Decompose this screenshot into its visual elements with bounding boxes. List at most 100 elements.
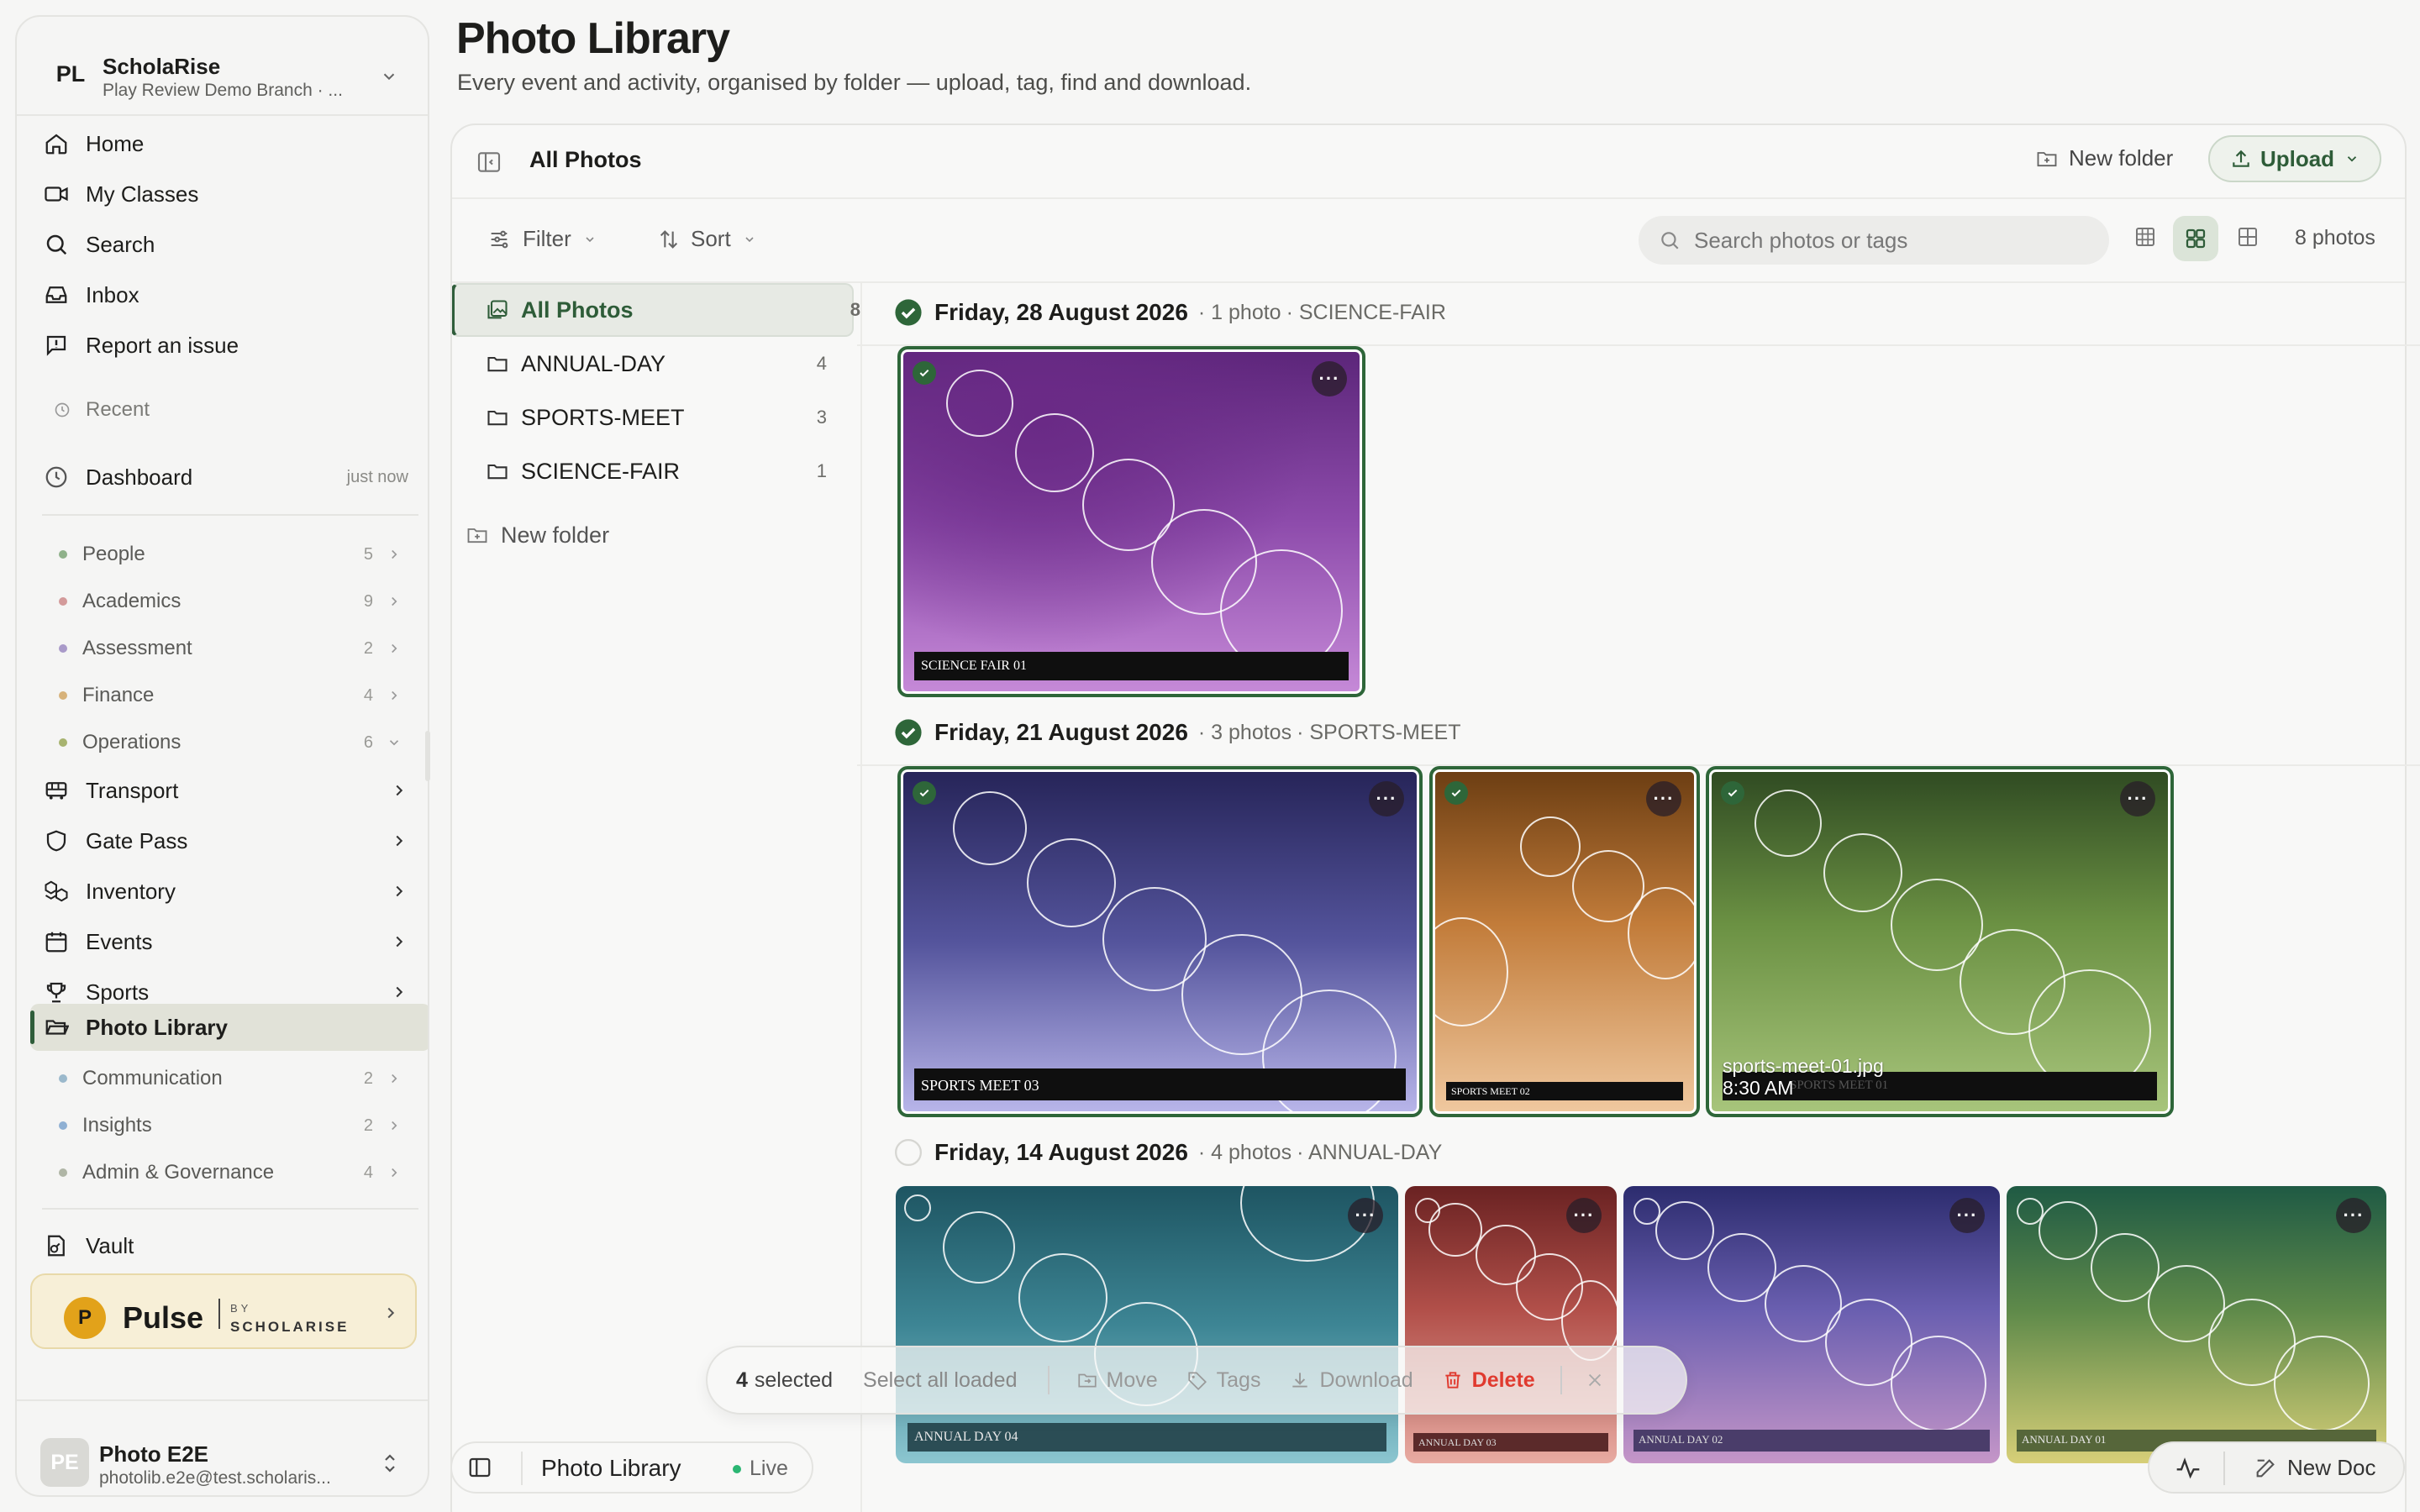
check-circle-icon[interactable]	[894, 718, 923, 747]
nav-inventory[interactable]: Inventory	[42, 870, 427, 912]
more-icon[interactable]: ···	[2120, 781, 2155, 816]
folder-science-fair[interactable]: SCIENCE-FAIR 1	[486, 446, 837, 496]
photo-card[interactable]: ··· SPORTS MEET 01 sports-meet-01.jpg 8:…	[1706, 766, 2174, 1117]
bottom-actions: New Doc	[2148, 1441, 2405, 1494]
group-operations[interactable]: Operations 6	[42, 724, 427, 761]
filter-button[interactable]: Filter	[487, 226, 597, 252]
check-icon[interactable]	[913, 781, 936, 805]
photo-card[interactable]: ··· ANNUAL DAY 04	[896, 1186, 1398, 1463]
folder-icon	[486, 406, 509, 429]
images-icon	[486, 298, 509, 322]
chevron-down-icon	[743, 233, 756, 246]
nav-transport[interactable]: Transport	[42, 769, 427, 811]
photo-card[interactable]: ··· ANNUAL DAY 02	[1623, 1186, 2000, 1463]
group-people[interactable]: People 5	[42, 536, 427, 573]
group-finance[interactable]: Finance 4	[42, 677, 427, 714]
move-button[interactable]: Move	[1076, 1368, 1158, 1393]
video-icon	[42, 180, 71, 208]
photo-decor	[1433, 917, 1508, 1026]
check-icon[interactable]	[913, 361, 936, 385]
more-icon[interactable]: ···	[1566, 1198, 1602, 1233]
more-icon[interactable]: ···	[1949, 1198, 1985, 1233]
chevron-right-icon	[387, 1071, 402, 1086]
chevron-right-icon	[381, 1304, 400, 1322]
sidebar-toggle-icon[interactable]	[476, 149, 502, 176]
pulse-by: BY	[230, 1302, 252, 1315]
org-switcher[interactable]: PL ScholaRise Play Review Demo Branch · …	[17, 17, 428, 116]
upload-icon	[2230, 148, 2252, 170]
upload-button[interactable]: Upload	[2208, 135, 2381, 182]
circle-icon[interactable]	[894, 1138, 923, 1167]
download-button[interactable]: Download	[1289, 1368, 1413, 1393]
panel-toggle-icon[interactable]	[467, 1455, 492, 1480]
group-communication[interactable]: Communication 2	[42, 1060, 427, 1097]
activity-icon[interactable]	[2175, 1455, 2202, 1482]
search-input[interactable]: Search photos or tags	[1639, 216, 2109, 265]
folder-annual-day[interactable]: ANNUAL-DAY 4	[486, 339, 837, 389]
group-label: Insights	[82, 1114, 152, 1137]
sort-button[interactable]: Sort	[657, 226, 756, 252]
photo-card[interactable]: ··· SPORTS MEET 02	[1429, 766, 1700, 1117]
photo-card[interactable]: ··· ANNUAL DAY 01	[2007, 1186, 2386, 1463]
more-icon[interactable]: ···	[1312, 361, 1347, 396]
check-icon[interactable]	[1721, 781, 1744, 805]
nav-vault[interactable]: Vault	[42, 1225, 427, 1267]
tree-new-folder-button[interactable]: New folder	[466, 510, 835, 560]
new-folder-button[interactable]: New folder	[2035, 145, 2173, 171]
nav-report-issue[interactable]: Report an issue	[42, 324, 427, 366]
folder-icon	[486, 352, 509, 375]
nav-home[interactable]: Home	[42, 123, 427, 165]
group-academics[interactable]: Academics 9	[42, 583, 427, 620]
grid-small-icon[interactable]	[2133, 224, 2158, 249]
nav-home-label: Home	[86, 130, 145, 156]
grid-medium-icon[interactable]	[2173, 216, 2218, 261]
chevron-down-icon	[2344, 151, 2360, 166]
close-icon[interactable]	[1586, 1371, 1604, 1389]
group-insights[interactable]: Insights 2	[42, 1107, 427, 1144]
select-all-button[interactable]: Select all loaded	[863, 1368, 1017, 1393]
date-label: Friday, 21 August 2026	[934, 719, 1188, 745]
more-icon[interactable]: ···	[1369, 781, 1404, 816]
nav-events[interactable]: Events	[42, 921, 427, 963]
check-circle-icon[interactable]	[894, 298, 923, 327]
folder-all-photos[interactable]: All Photos 8	[486, 285, 871, 335]
more-icon[interactable]: ···	[2336, 1198, 2371, 1233]
nav-my-classes[interactable]: My Classes	[42, 173, 427, 215]
check-icon[interactable]	[1444, 781, 1468, 805]
bottom-tab-bar: Photo Library Live	[450, 1441, 813, 1494]
photo-card[interactable]: ··· ANNUAL DAY 03	[1405, 1186, 1617, 1463]
more-icon[interactable]: ···	[1646, 781, 1681, 816]
sidebar-resize-handle[interactable]	[425, 731, 430, 781]
chevron-right-icon	[390, 983, 408, 1001]
photo-card[interactable]: ··· SCIENCE FAIR 01	[897, 346, 1365, 697]
user-menu[interactable]: PE Photo E2E photolib.e2e@test.scholaris…	[17, 1399, 428, 1495]
nav-inventory-label: Inventory	[86, 878, 176, 904]
bus-icon	[42, 776, 71, 805]
folder-sports-meet[interactable]: SPORTS-MEET 3	[486, 392, 837, 443]
new-doc-button[interactable]: New Doc	[2254, 1455, 2375, 1481]
recent-item-dashboard[interactable]: Dashboard just now	[42, 456, 427, 498]
nav-search[interactable]: Search	[42, 223, 427, 265]
tags-button[interactable]: Tags	[1186, 1368, 1260, 1393]
group-assessment[interactable]: Assessment 2	[42, 630, 427, 667]
nav-inbox[interactable]: Inbox	[42, 274, 427, 316]
org-name: ScholaRise	[103, 54, 221, 79]
recent-item-label: Dashboard	[86, 464, 193, 490]
date-group-header[interactable]: Friday, 21 August 2026 · 3 photos · SPOR…	[894, 712, 1460, 753]
group-dot	[59, 1121, 67, 1130]
delete-button[interactable]: Delete	[1442, 1368, 1535, 1393]
date-group-header[interactable]: Friday, 28 August 2026 · 1 photo · SCIEN…	[894, 292, 1446, 333]
page-subtitle: Every event and activity, organised by f…	[457, 70, 1252, 95]
folder-move-icon	[1076, 1369, 1098, 1391]
nav-report-issue-label: Report an issue	[86, 332, 239, 358]
nav-photo-library[interactable]: Photo Library	[42, 1006, 427, 1048]
pulse-card[interactable]: P Pulse BY SCHOLARISE	[30, 1273, 417, 1349]
grid-large-icon[interactable]	[2235, 224, 2260, 249]
nav-gate-pass[interactable]: Gate Pass	[42, 820, 427, 862]
more-icon[interactable]: ···	[1348, 1198, 1383, 1233]
date-group-header[interactable]: Friday, 14 August 2026 · 4 photos · ANNU…	[894, 1132, 1442, 1173]
photo-card[interactable]: ··· SPORTS MEET 03	[897, 766, 1423, 1117]
current-tab-label[interactable]: Photo Library	[541, 1455, 681, 1482]
upload-label: Upload	[2260, 145, 2335, 171]
group-admin-governance[interactable]: Admin & Governance 4	[42, 1154, 427, 1191]
